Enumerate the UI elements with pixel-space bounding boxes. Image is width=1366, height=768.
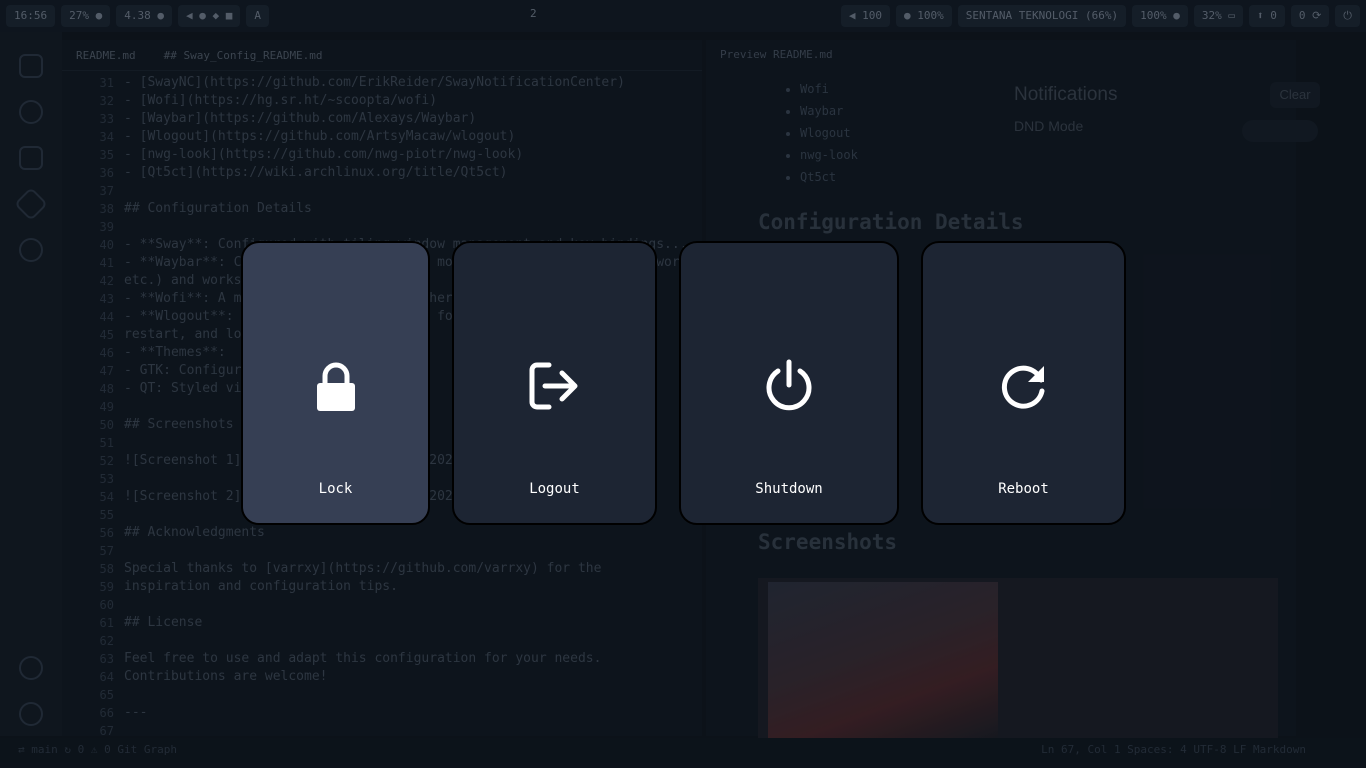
reboot-button[interactable]: Reboot [921,241,1126,525]
lock-label: Lock [318,481,353,497]
reboot-label: Reboot [998,481,1049,497]
lock-button[interactable]: Lock [241,241,430,525]
logout-button[interactable]: Logout [452,241,657,525]
logout-icon [529,362,577,410]
reboot-icon [1001,365,1044,409]
lock-icon [316,362,355,411]
shutdown-button[interactable]: Shutdown [679,241,899,525]
shutdown-label: Shutdown [755,481,823,497]
power-icon [766,359,812,411]
logout-label: Logout [529,481,580,497]
